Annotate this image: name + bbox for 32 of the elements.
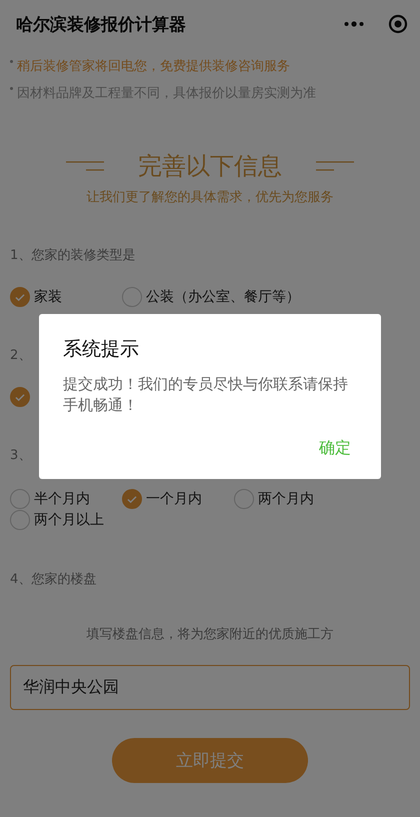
option-label[interactable]: 两个月内 [258, 490, 314, 508]
option-label[interactable]: 半个月内 [34, 490, 90, 508]
section-subtitle: 让我们更了解您的具体需求，优先为您服务 [86, 189, 334, 206]
question-label: 2、 [10, 347, 32, 365]
radio-checked[interactable] [10, 386, 30, 406]
radio-checked[interactable] [10, 286, 30, 306]
section-heading: 完善以下信息 [138, 151, 282, 182]
page-title: 哈尔滨装修报价计算器 [16, 14, 187, 36]
question-label: 4、您家的楼盘 [10, 571, 96, 589]
option-label[interactable]: 公装（办公室、餐厅等） [146, 288, 300, 306]
decorative-lines [66, 161, 104, 171]
more-icon[interactable] [344, 21, 364, 27]
decorative-lines [316, 161, 354, 171]
bullet-icon [10, 60, 13, 63]
radio-checked[interactable] [122, 488, 142, 508]
target-icon[interactable] [388, 14, 408, 34]
radio-unchecked[interactable] [122, 286, 142, 306]
notice-text: 稍后装修管家将回电您，免费提供装修咨询服务 [17, 58, 290, 74]
question-label: 1、您家的装修类型是 [10, 247, 136, 265]
radio-unchecked[interactable] [10, 510, 30, 530]
dialog-message: 提交成功！我们的专员尽快与你联系请保持手机畅通！ [63, 374, 349, 416]
radio-unchecked[interactable] [10, 488, 30, 508]
question-label: 3、 [10, 447, 32, 465]
option-label[interactable]: 两个月以上 [34, 510, 104, 528]
hint-text: 填写楼盘信息，将为您家附近的优质施工方 [86, 626, 334, 643]
bullet-icon [10, 87, 13, 90]
option-label[interactable]: 一个月内 [146, 490, 202, 508]
input-field[interactable]: 华润中央公园 [10, 665, 410, 710]
option-label[interactable]: 家装 [34, 288, 62, 306]
radio-unchecked[interactable] [234, 488, 254, 508]
confirm-button[interactable]: 确定 [319, 438, 351, 459]
dialog-title: 系统提示 [63, 337, 140, 362]
